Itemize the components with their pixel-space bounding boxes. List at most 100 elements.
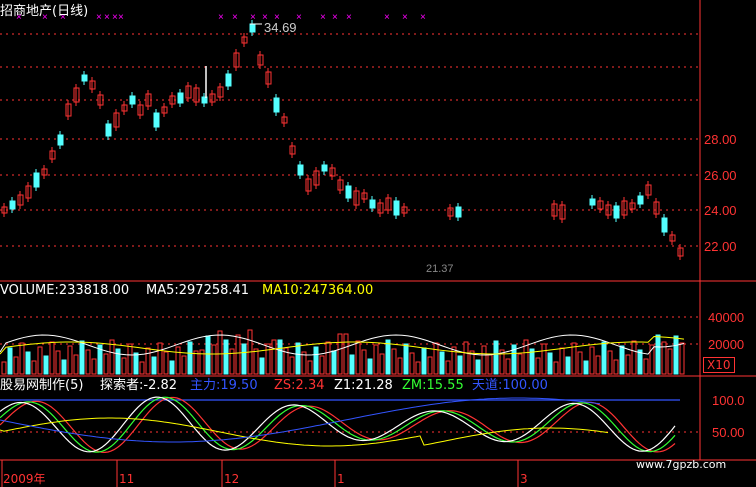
volume-bar — [553, 361, 559, 375]
volume-bar — [571, 342, 577, 375]
volume-bar — [403, 343, 409, 375]
signal-marker: × — [296, 12, 302, 23]
volume-bar — [415, 361, 421, 375]
volume-bar — [193, 350, 199, 375]
date-label: 11 — [119, 472, 135, 486]
candle-body — [9, 200, 16, 210]
volume-bar — [133, 352, 139, 375]
volume-bar — [331, 350, 337, 375]
volume-bar — [217, 330, 223, 375]
volume-bar — [631, 340, 637, 375]
low-annotation: 21.37 — [426, 263, 454, 275]
candle-body — [153, 112, 160, 128]
volume-bar — [43, 355, 49, 375]
volume-bar — [493, 340, 499, 375]
volume-bar — [55, 350, 61, 375]
candle-body — [369, 199, 376, 209]
volume-bar — [673, 335, 679, 375]
volume-bar — [169, 360, 175, 375]
volume-bar — [367, 358, 373, 375]
volume-bar — [517, 353, 523, 375]
peak-price-label: 34.69 — [264, 20, 297, 35]
volume-bar — [115, 348, 121, 375]
signal-marker: × — [384, 12, 390, 23]
candlesticks[interactable] — [1, 20, 684, 260]
candle-body — [33, 172, 40, 188]
chart-title: 招商地产(日线) — [0, 4, 89, 19]
volume-bar — [439, 351, 445, 375]
volume-bar — [49, 341, 55, 375]
indicator-name: 股易网制作(5) — [0, 378, 84, 393]
volume-bar — [433, 342, 439, 375]
volume-bar — [559, 347, 565, 375]
volume-bar — [295, 342, 301, 375]
indicator-tick: 50.00 — [712, 425, 745, 440]
candle-body — [177, 92, 184, 104]
volume-bar — [589, 346, 595, 375]
volume-bar — [181, 355, 187, 375]
indicator-axis: 100.0 50.00 — [712, 393, 745, 440]
volume-bar — [37, 346, 43, 375]
date-label: 12 — [224, 472, 240, 486]
volume-bar — [457, 355, 463, 375]
volume-bar — [109, 339, 115, 375]
volume-bar — [445, 360, 451, 375]
volume-bar — [127, 343, 133, 375]
volume-bar — [307, 360, 313, 375]
volume-bars[interactable] — [1, 329, 685, 375]
volume-bar — [637, 349, 643, 375]
volume-bar — [619, 345, 625, 375]
ma10-value: MA10:247364.00 — [262, 283, 374, 298]
signal-marker: × — [250, 12, 256, 23]
volume-bar — [91, 358, 97, 375]
volume-bar — [175, 346, 181, 375]
signal-marker: × — [104, 12, 110, 23]
volume-bar — [67, 345, 73, 375]
zm-line — [0, 396, 676, 453]
price-axis: 28.00 26.00 24.00 22.00 — [704, 132, 737, 254]
stock-chart[interactable]: 28.00 26.00 24.00 22.00 40000 20000 100.… — [0, 0, 756, 487]
volume-bar — [427, 356, 433, 375]
volume-bar — [667, 348, 673, 375]
volume-bar — [85, 349, 91, 375]
volume-bar — [73, 354, 79, 375]
volume-bar — [349, 354, 355, 375]
volume-bar — [223, 339, 229, 375]
volume-bar — [163, 351, 169, 375]
volume-bar — [547, 352, 553, 375]
volume-axis: 40000 20000 — [708, 310, 744, 352]
candle-body — [57, 134, 64, 146]
volume-bar — [31, 360, 37, 375]
main-force-line — [0, 397, 601, 443]
volume-bar — [625, 354, 631, 375]
candle-body — [249, 23, 256, 33]
watermark: www.7gpzb.com — [636, 458, 727, 471]
signal-marker: × — [118, 12, 124, 23]
candle-body — [345, 185, 352, 199]
volume-bar — [487, 354, 493, 375]
volume-bar — [529, 348, 535, 375]
volume-bar — [259, 357, 265, 375]
low-price-label: 21.37 — [426, 263, 454, 275]
signal-marker: × — [420, 12, 426, 23]
candle-body — [321, 164, 328, 172]
volume-bar — [343, 333, 349, 375]
signal-marker: × — [218, 12, 224, 23]
volume-bar — [79, 340, 85, 375]
explorer-value: 探索者:-2.82 — [100, 378, 178, 393]
volume-tick: 40000 — [708, 310, 744, 325]
volume-bar — [19, 342, 25, 375]
volume-bar — [379, 353, 385, 375]
signal-marker: × — [232, 12, 238, 23]
volume-bar — [325, 341, 331, 375]
price-tick: 24.00 — [704, 203, 737, 218]
signal-marker: × — [332, 12, 338, 23]
volume-bar — [61, 359, 67, 375]
volume-bar — [583, 360, 589, 375]
volume-bar — [463, 341, 469, 375]
candle-body — [589, 198, 596, 206]
volume-bar — [397, 357, 403, 375]
price-grid — [0, 33, 700, 247]
volume-bar — [541, 343, 547, 375]
volume-bar — [235, 334, 241, 375]
